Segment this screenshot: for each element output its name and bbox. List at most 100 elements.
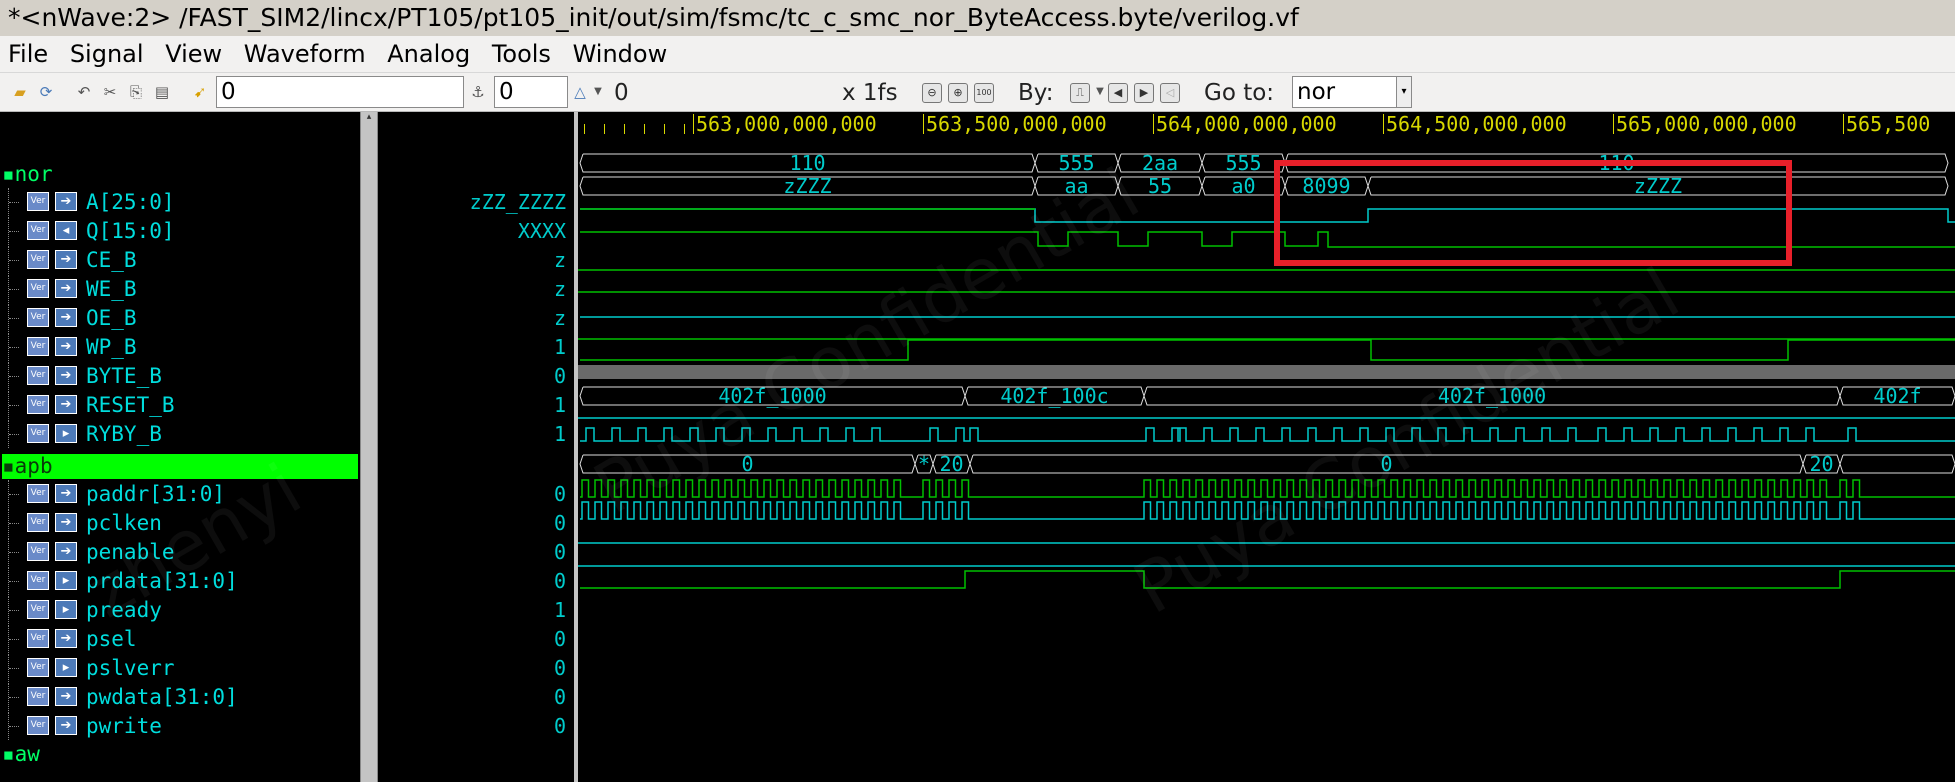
- zoom-in-icon[interactable]: ⊖: [922, 83, 942, 103]
- annotation-highlight-box: [1274, 160, 1792, 266]
- input-port-icon: ➔: [55, 250, 77, 269]
- output-port-icon: ▸: [55, 600, 77, 619]
- open-folder-icon[interactable]: ▰: [12, 84, 28, 100]
- tree-connector: [8, 538, 23, 566]
- signal-name: OE_B: [86, 306, 137, 330]
- signal-value: 0: [553, 656, 566, 680]
- tree-connector: [8, 683, 23, 711]
- group-apb[interactable]: ▪apb: [2, 454, 358, 479]
- zoom-fit-icon[interactable]: 100: [974, 83, 994, 103]
- input-port-icon: ➔: [55, 542, 77, 561]
- signal-row[interactable]: Ver ➔ WE_B: [0, 275, 360, 303]
- bus-value-label: 55: [1148, 174, 1172, 198]
- reload-icon[interactable]: ⟳: [38, 84, 54, 100]
- menu-analog[interactable]: Analog: [387, 40, 470, 68]
- signal-row[interactable]: Ver ➔ pwrite: [0, 712, 360, 740]
- signal-row[interactable]: Ver ➔ RESET_B: [0, 391, 360, 419]
- search-prev-icon[interactable]: ◀: [1108, 83, 1128, 103]
- menu-window[interactable]: Window: [573, 40, 668, 68]
- menu-signal[interactable]: Signal: [70, 40, 144, 68]
- signal-row[interactable]: Ver ◂ Q[15:0]: [0, 217, 360, 245]
- signal-name: psel: [86, 627, 137, 651]
- goto-select[interactable]: nor ▾: [1292, 76, 1412, 108]
- verilog-icon: Ver: [27, 687, 49, 706]
- delta-dropdown-icon[interactable]: ▼: [590, 84, 606, 100]
- verilog-icon: Ver: [27, 424, 49, 443]
- copy-icon[interactable]: ⎘: [128, 84, 144, 100]
- tree-connector: [8, 480, 23, 508]
- verilog-icon: Ver: [27, 308, 49, 327]
- signal-row[interactable]: Ver ▸ pready: [0, 596, 360, 624]
- group-nor-label: nor: [14, 162, 53, 186]
- tree-connector: [8, 188, 23, 216]
- delta-icon[interactable]: △: [572, 84, 588, 100]
- search-by-dropdown-icon[interactable]: ▼: [1092, 84, 1108, 100]
- output-port-icon: ▸: [55, 658, 77, 677]
- marker-time-input[interactable]: 0: [494, 76, 568, 108]
- signal-value: 1: [553, 422, 566, 446]
- signal-name: A[25:0]: [86, 190, 175, 214]
- input-port-icon: ➔: [55, 395, 77, 414]
- undo-icon[interactable]: ↶: [76, 84, 92, 100]
- toolbar: ▰ ⟳ ↶ ✂ ⎘ ▤ ➹ 0 ⚓ 0 △ ▼ 0 x 1fs ⊖ ⊕ 100 …: [0, 72, 1955, 112]
- signal-row[interactable]: Ver ➔ CE_B: [0, 246, 360, 274]
- verilog-icon: Ver: [27, 337, 49, 356]
- menu-waveform[interactable]: Waveform: [244, 40, 366, 68]
- cursor-icon[interactable]: ➹: [192, 84, 208, 100]
- tree-connector: [8, 567, 23, 595]
- signal-value: 1: [553, 393, 566, 417]
- menu-view[interactable]: View: [165, 40, 222, 68]
- verilog-icon: Ver: [27, 571, 49, 590]
- input-port-icon: ➔: [55, 279, 77, 298]
- bus-value-label: 110: [789, 151, 825, 175]
- signal-value-pane: zZZ_ZZZZ XXXX z z z 1 0 1 1 0 0 0 0 1 0 0 0 0: [378, 112, 574, 782]
- signal-row[interactable]: Ver ➔ WP_B: [0, 333, 360, 361]
- input-port-icon: ➔: [55, 687, 77, 706]
- signal-value: z: [553, 277, 566, 301]
- signal-row[interactable]: Ver ➔ A[25:0]: [0, 188, 360, 216]
- tree-connector: [8, 391, 23, 419]
- bus-value-label: zZZZ: [783, 174, 831, 198]
- input-port-icon: ➔: [55, 484, 77, 503]
- cut-icon[interactable]: ✂: [102, 84, 118, 100]
- signal-row[interactable]: Ver ➔ pwdata[31:0]: [0, 683, 360, 711]
- group-aw[interactable]: ▪aw: [2, 742, 40, 767]
- tree-connector: [8, 217, 23, 245]
- search-by-icon[interactable]: ⎍: [1070, 83, 1090, 103]
- cursor-time-input[interactable]: 0: [216, 76, 464, 108]
- group-nor[interactable]: ▪nor: [2, 162, 53, 187]
- bus-value-label: 402f: [1873, 384, 1921, 408]
- chevron-down-icon[interactable]: ▾: [1396, 77, 1411, 107]
- signal-name: WP_B: [86, 335, 137, 359]
- scroll-up-icon[interactable]: ▴: [364, 112, 374, 124]
- signal-row[interactable]: Ver ➔ BYTE_B: [0, 362, 360, 390]
- bus-value-label: 402f_100c: [1000, 384, 1108, 408]
- time-unit[interactable]: x 1fs: [842, 79, 898, 107]
- signal-row[interactable]: Ver ➔ OE_B: [0, 304, 360, 332]
- bus-value-label: 555: [1225, 151, 1261, 175]
- paste-icon[interactable]: ▤: [154, 84, 170, 100]
- verilog-icon: Ver: [27, 542, 49, 561]
- group-apb-label: apb: [14, 454, 53, 478]
- verilog-icon: Ver: [27, 192, 49, 211]
- signal-row[interactable]: Ver ▸ RYBY_B: [0, 420, 360, 448]
- tree-connector: [8, 304, 23, 332]
- signal-name: pslverr: [86, 656, 175, 680]
- name-pane-scrollbar[interactable]: ▴: [360, 112, 378, 782]
- search-back-icon[interactable]: ◁: [1160, 83, 1180, 103]
- marker-icon[interactable]: ⚓: [470, 84, 486, 100]
- signal-row[interactable]: Ver ▸ pslverr: [0, 654, 360, 682]
- tree-connector: [8, 625, 23, 653]
- zoom-out-icon[interactable]: ⊕: [948, 83, 968, 103]
- signal-row[interactable]: Ver ➔ psel: [0, 625, 360, 653]
- search-next-icon[interactable]: ▶: [1134, 83, 1154, 103]
- menu-tools[interactable]: Tools: [492, 40, 551, 68]
- tree-connector: [8, 420, 23, 448]
- verilog-icon: Ver: [27, 250, 49, 269]
- tree-connector: [8, 596, 23, 624]
- group-aw-label: aw: [14, 742, 40, 766]
- verilog-icon: Ver: [27, 716, 49, 735]
- input-port-icon: ➔: [55, 716, 77, 735]
- menu-file[interactable]: File: [8, 40, 48, 68]
- input-port-icon: ➔: [55, 366, 77, 385]
